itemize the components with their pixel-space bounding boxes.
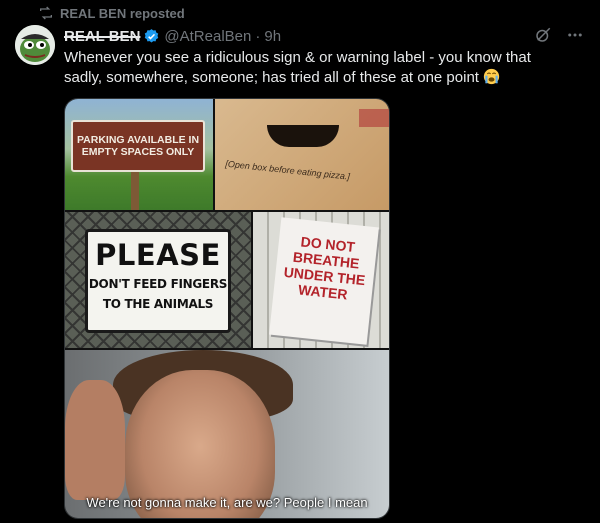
- please-subtitle-line-2: TO THE ANIMALS: [102, 297, 214, 311]
- media-grid[interactable]: PARKING AVAILABLE IN EMPTY SPACES ONLY […: [64, 98, 390, 519]
- box-stripe: [359, 109, 389, 127]
- repost-icon: [38, 5, 54, 21]
- post-text: Whenever you see a ridiculous sign & or …: [64, 48, 564, 88]
- please-title: PLEASE: [95, 238, 221, 272]
- parking-sign-text: PARKING AVAILABLE IN EMPTY SPACES ONLY: [71, 120, 205, 172]
- repost-label: REAL BEN reposted: [60, 5, 185, 21]
- avatar[interactable]: [15, 25, 55, 65]
- please-sign-image[interactable]: PLEASE DON'T FEED FINGERS TO THE ANIMALS: [65, 212, 251, 348]
- separator-dot: ·: [255, 27, 261, 45]
- grok-icon[interactable]: [534, 26, 552, 48]
- more-options-icon[interactable]: [566, 26, 584, 48]
- please-subtitle-line-1: DON'T FEED FINGERS: [88, 277, 228, 291]
- pizza-box-text: [Open box before eating pizza.]: [224, 158, 351, 182]
- box-slot: [267, 125, 339, 147]
- breathe-sign-text: DO NOT BREATHE UNDER THE WATER: [269, 217, 379, 345]
- verified-badge-icon: [143, 28, 160, 45]
- pizza-box-image[interactable]: [Open box before eating pizza.]: [215, 99, 389, 210]
- post-time[interactable]: 9h: [264, 28, 281, 45]
- post-text-content: Whenever you see a ridiculous sign & or …: [64, 49, 531, 86]
- parking-sign-image[interactable]: PARKING AVAILABLE IN EMPTY SPACES ONLY: [65, 99, 213, 210]
- display-name[interactable]: REAL BEN: [64, 28, 140, 45]
- author-handle[interactable]: @AtRealBen: [164, 28, 251, 45]
- breathe-sign-image[interactable]: DO NOT BREATHE UNDER THE WATER: [253, 212, 389, 348]
- hand-shape: [65, 380, 125, 500]
- sign-post: [131, 172, 139, 210]
- movie-still-image[interactable]: We're not gonna make it, are we? People …: [65, 350, 389, 518]
- loudly-crying-face-icon: [483, 68, 500, 85]
- repost-indicator[interactable]: REAL BEN reposted: [38, 5, 185, 21]
- please-sign: PLEASE DON'T FEED FINGERS TO THE ANIMALS: [85, 229, 231, 333]
- movie-caption: We're not gonna make it, are we? People …: [86, 495, 368, 510]
- post-header: REAL BEN @AtRealBen · 9h: [64, 26, 584, 46]
